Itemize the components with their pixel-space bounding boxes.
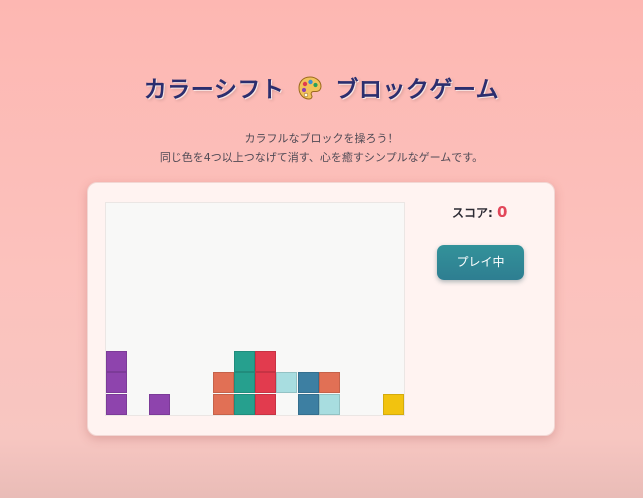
board-block-light_cyan[interactable] — [276, 372, 298, 394]
board-block-light_cyan[interactable] — [319, 393, 340, 415]
board-block-purple[interactable] — [106, 372, 127, 394]
game-board[interactable] — [105, 202, 405, 416]
page-title: カラーシフト ブロックゲーム — [0, 74, 643, 106]
title-text-part1: カラーシフト — [143, 77, 285, 103]
board-block-red[interactable] — [255, 351, 277, 373]
score-value: 0 — [497, 203, 508, 221]
score-display: スコア: 0 — [452, 202, 507, 223]
palette-icon — [297, 75, 323, 101]
board-block-teal[interactable] — [233, 351, 255, 373]
board-block-purple[interactable] — [106, 351, 127, 373]
board-block-purple[interactable] — [106, 393, 127, 415]
subtitle-line-1: カラフルなブロックを操ろう！ — [244, 132, 399, 145]
board-block-teal[interactable] — [233, 372, 255, 394]
board-block-purple[interactable] — [148, 393, 170, 415]
board-block-steel_blue[interactable] — [297, 393, 319, 415]
score-label: スコア: — [452, 206, 493, 220]
play-button[interactable]: プレイ中 — [437, 245, 524, 280]
board-block-red[interactable] — [255, 393, 277, 415]
board-block-red[interactable] — [255, 372, 277, 394]
board-block-yellow[interactable] — [382, 393, 404, 415]
title-text-part2: ブロックゲーム — [335, 77, 500, 103]
board-block-steel_blue[interactable] — [297, 372, 319, 394]
board-block-orange[interactable] — [212, 393, 234, 415]
subtitle-line-2: 同じ色を4つ以上つなげて消す、心を癒すシンプルなゲームです。 — [159, 151, 484, 164]
board-block-orange[interactable] — [212, 372, 234, 394]
board-block-teal[interactable] — [233, 393, 255, 415]
board-block-orange[interactable] — [319, 372, 340, 394]
